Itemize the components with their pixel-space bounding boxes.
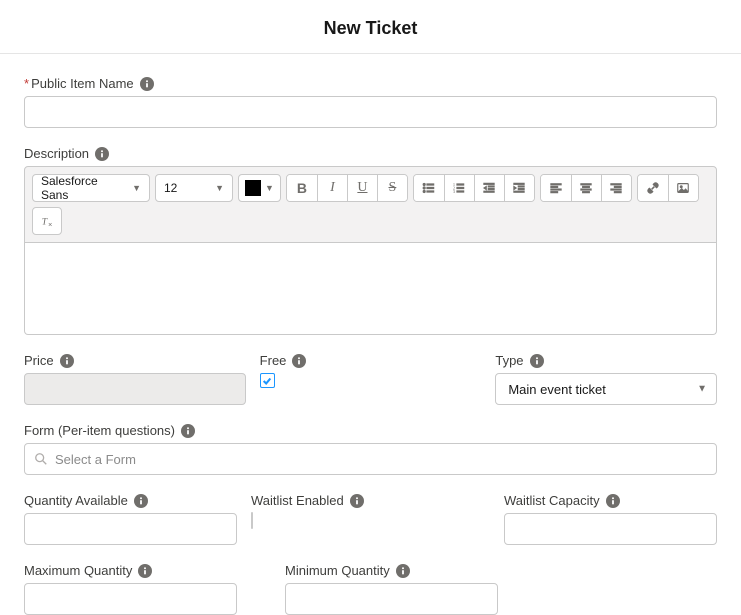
bullet-list-button[interactable] (414, 175, 444, 201)
italic-button[interactable]: I (317, 175, 347, 201)
field-label: Minimum Quantity (285, 563, 390, 578)
font-family-select[interactable]: Salesforce Sans ▼ (32, 174, 150, 202)
strikethrough-button[interactable]: S (377, 175, 407, 201)
type-value: Main event ticket (508, 382, 606, 397)
field-label: Price (24, 353, 54, 368)
field-type: Type Main event ticket ▼ (495, 353, 717, 405)
type-select[interactable]: Main event ticket ▼ (495, 373, 717, 405)
field-label: Waitlist Capacity (504, 493, 600, 508)
field-label: Free (260, 353, 287, 368)
chevron-down-icon: ▼ (215, 183, 224, 193)
info-icon[interactable] (530, 354, 544, 368)
field-waitlist-enabled: Waitlist Enabled (251, 493, 490, 545)
label-row: *Public Item Name (24, 76, 717, 91)
row-qty-waitlist: Quantity Available Waitlist Enabled Wait… (24, 493, 717, 545)
align-center-button[interactable] (571, 175, 601, 201)
form-body: *Public Item Name Description Salesforce… (0, 54, 741, 615)
align-right-button[interactable] (601, 175, 631, 201)
text-style-group: B I U S (286, 174, 408, 202)
underline-button[interactable]: U (347, 175, 377, 201)
description-editor[interactable] (24, 243, 717, 335)
insert-group (637, 174, 699, 202)
clear-formatting-button[interactable]: T✕ (32, 207, 62, 235)
rich-text-toolbar: Salesforce Sans ▼ 12 ▼ ▼ B I U S 123 (24, 166, 717, 243)
page-title: New Ticket (0, 18, 741, 39)
font-size-select[interactable]: 12 ▼ (155, 174, 233, 202)
link-button[interactable] (638, 175, 668, 201)
maximum-quantity-input[interactable] (24, 583, 237, 615)
image-button[interactable] (668, 175, 698, 201)
chevron-down-icon: ▼ (265, 183, 274, 193)
price-input (24, 373, 246, 405)
quantity-available-input[interactable] (24, 513, 237, 545)
info-icon[interactable] (140, 77, 154, 91)
field-free: Free (260, 353, 482, 405)
field-label: Public Item Name (31, 76, 134, 91)
label-row: Description (24, 146, 717, 161)
field-waitlist-capacity: Waitlist Capacity (504, 493, 717, 545)
numbered-list-button[interactable]: 123 (444, 175, 474, 201)
row-price-free-type: Price Free Type Main event ticket ▼ (24, 353, 717, 405)
field-label: Description (24, 146, 89, 161)
svg-text:✕: ✕ (48, 222, 52, 228)
field-quantity-available: Quantity Available (24, 493, 237, 545)
minimum-quantity-input[interactable] (285, 583, 498, 615)
field-form: Form (Per-item questions) (24, 423, 717, 475)
list-group: 123 (413, 174, 535, 202)
text-color-picker[interactable]: ▼ (238, 174, 281, 202)
field-label: Type (495, 353, 523, 368)
field-minimum-quantity: Minimum Quantity (285, 563, 498, 615)
info-icon[interactable] (292, 354, 306, 368)
field-price: Price (24, 353, 246, 405)
align-left-button[interactable] (541, 175, 571, 201)
waitlist-capacity-input[interactable] (504, 513, 717, 545)
field-label: Form (Per-item questions) (24, 423, 175, 438)
search-icon (34, 452, 48, 466)
bold-button[interactable]: B (287, 175, 317, 201)
color-swatch-icon (245, 180, 261, 196)
form-lookup-input[interactable] (24, 443, 717, 475)
public-item-name-input[interactable] (24, 96, 717, 128)
outdent-button[interactable] (474, 175, 504, 201)
modal-header: New Ticket (0, 0, 741, 54)
info-icon[interactable] (95, 147, 109, 161)
info-icon[interactable] (138, 564, 152, 578)
info-icon[interactable] (606, 494, 620, 508)
svg-text:T: T (42, 217, 48, 228)
svg-text:3: 3 (453, 189, 456, 194)
field-label: Waitlist Enabled (251, 493, 344, 508)
field-label: Maximum Quantity (24, 563, 132, 578)
field-public-item-name: *Public Item Name (24, 76, 717, 128)
field-description: Description Salesforce Sans ▼ 12 ▼ ▼ B I… (24, 146, 717, 335)
info-icon[interactable] (134, 494, 148, 508)
free-checkbox[interactable] (260, 373, 275, 388)
chevron-down-icon: ▼ (132, 183, 141, 193)
row-max-min-qty: Maximum Quantity Minimum Quantity (24, 563, 717, 615)
info-icon[interactable] (350, 494, 364, 508)
font-size-value: 12 (164, 181, 177, 195)
field-label: Quantity Available (24, 493, 128, 508)
waitlist-enabled-checkbox[interactable] (251, 512, 253, 529)
indent-button[interactable] (504, 175, 534, 201)
info-icon[interactable] (396, 564, 410, 578)
info-icon[interactable] (60, 354, 74, 368)
required-indicator: * (24, 76, 29, 91)
align-group (540, 174, 632, 202)
font-family-value: Salesforce Sans (41, 174, 124, 202)
field-maximum-quantity: Maximum Quantity (24, 563, 237, 615)
info-icon[interactable] (181, 424, 195, 438)
